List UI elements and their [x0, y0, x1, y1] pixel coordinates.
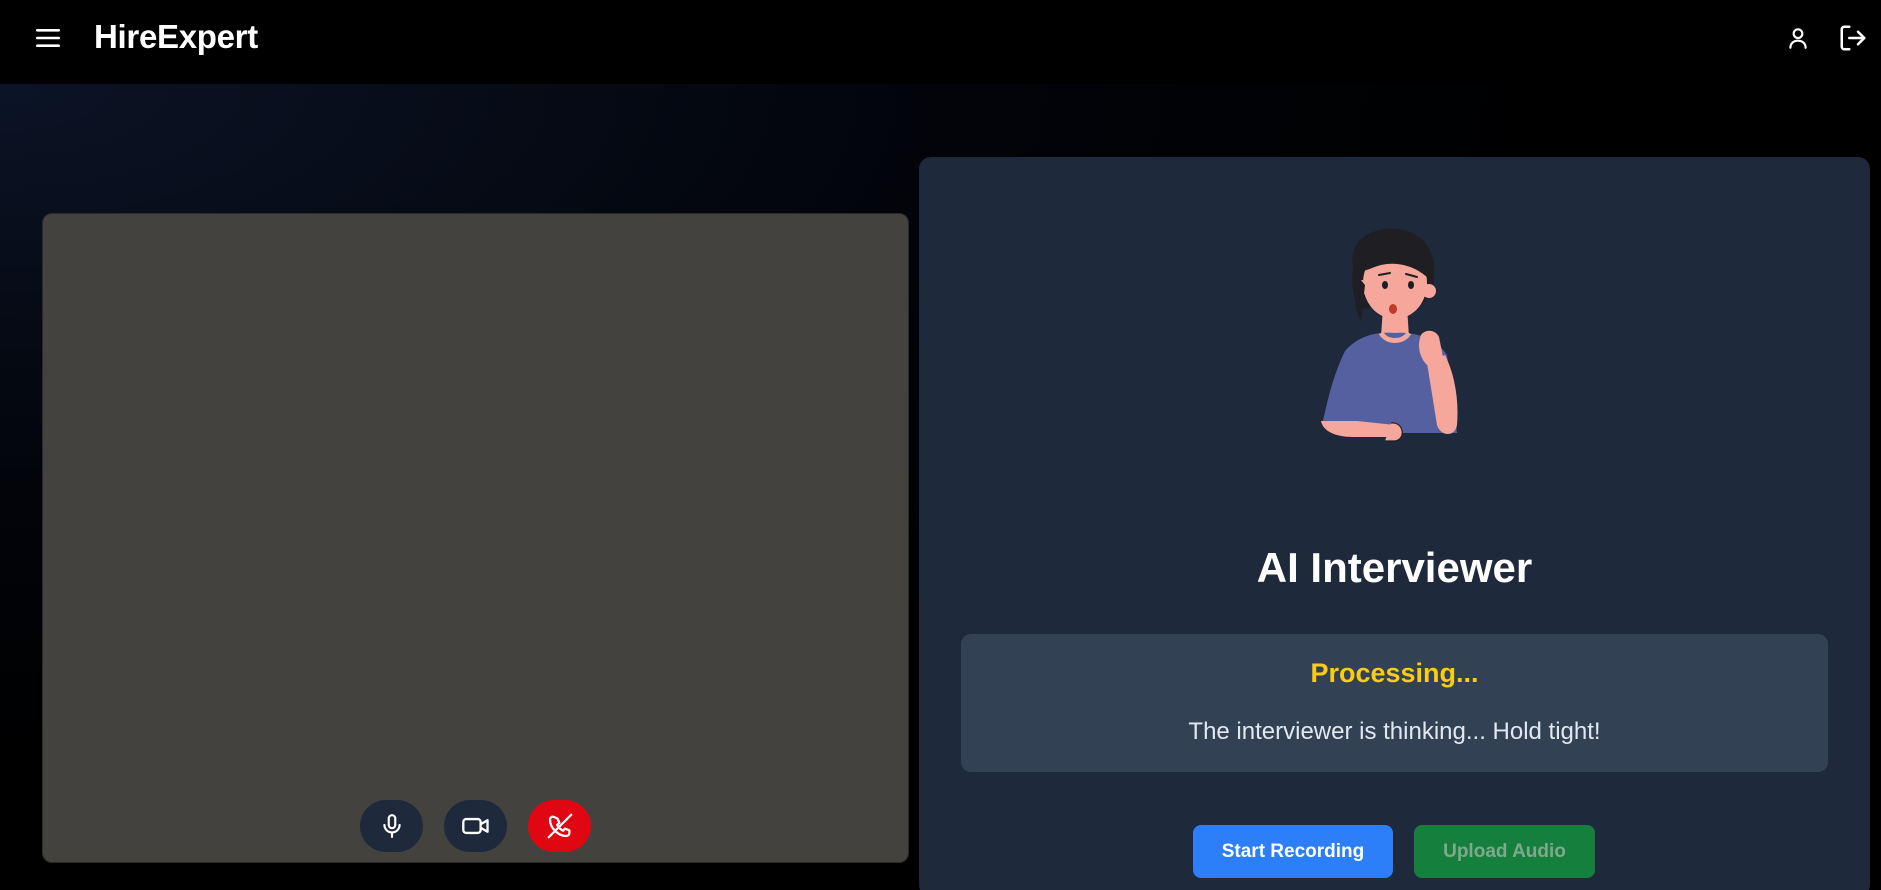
upload-audio-button[interactable]: Upload Audio: [1414, 825, 1595, 878]
video-camera-icon: [461, 817, 489, 835]
profile-button[interactable]: [1780, 20, 1816, 56]
start-recording-button[interactable]: Start Recording: [1193, 825, 1393, 878]
brand-logo[interactable]: HireExpert: [94, 18, 258, 56]
logout-icon: [1840, 25, 1866, 51]
user-icon: [1789, 28, 1807, 49]
end-call-button[interactable]: [528, 800, 591, 852]
thinking-woman-illustration: [1321, 228, 1458, 442]
microphone-icon: [382, 814, 401, 838]
camera-toggle-button[interactable]: [444, 800, 507, 852]
hamburger-menu-icon: [36, 29, 60, 47]
menu-button[interactable]: [30, 22, 66, 54]
ai-interviewer-title: AI Interviewer: [1256, 544, 1533, 591]
candidate-video-panel: [42, 213, 909, 863]
logout-button[interactable]: [1835, 20, 1871, 56]
status-title: Processing...: [1310, 658, 1479, 688]
status-box: Processing... The interviewer is thinkin…: [961, 634, 1828, 772]
phone-off-icon: [547, 813, 572, 839]
status-message: The interviewer is thinking... Hold tigh…: [1188, 718, 1601, 745]
microphone-toggle-button[interactable]: [360, 800, 423, 852]
top-navigation-bar: HireExpert: [0, 0, 1881, 84]
